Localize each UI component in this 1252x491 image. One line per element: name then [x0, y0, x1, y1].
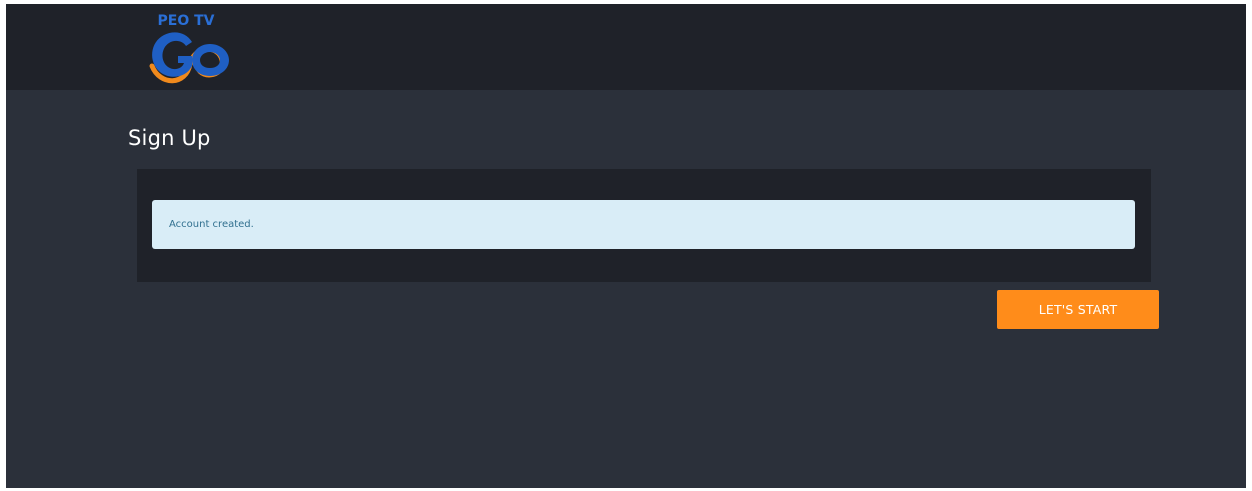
- logo-text: PEO TV: [158, 13, 215, 29]
- lets-start-button[interactable]: LET'S START: [997, 290, 1159, 329]
- peotv-go-logo[interactable]: PEO TV: [140, 10, 232, 86]
- alert-message: Account created.: [169, 219, 254, 230]
- logo-o-icon: [192, 44, 229, 76]
- page-title: Sign Up: [128, 126, 211, 150]
- logo-g-icon: [152, 32, 192, 77]
- signup-panel: Account created.: [137, 169, 1151, 282]
- app-window: PEO TV Sign Up Account created. LET'S ST…: [6, 4, 1246, 488]
- success-alert: Account created.: [152, 200, 1135, 249]
- top-bar: PEO TV: [6, 4, 1246, 90]
